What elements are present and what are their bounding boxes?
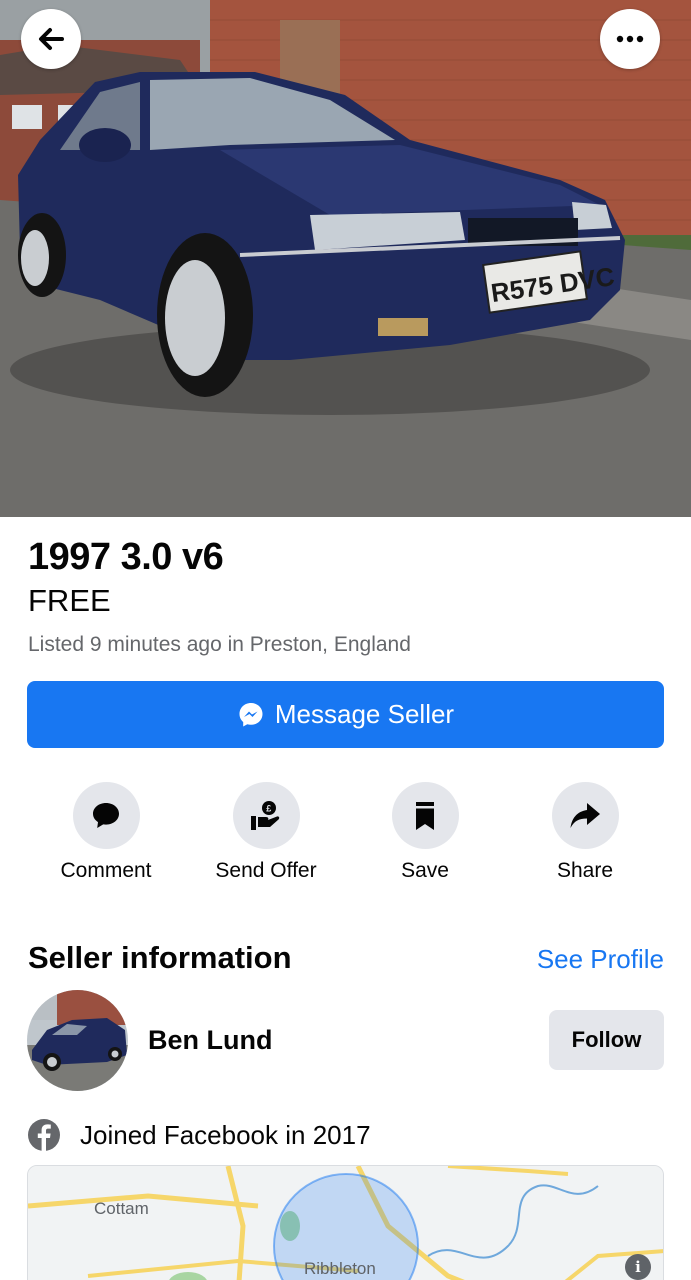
svg-text:£: £: [266, 803, 271, 813]
share-label: Share: [556, 859, 614, 882]
seller-information-heading: Seller information: [28, 940, 292, 975]
seller-avatar[interactable]: [27, 990, 128, 1091]
comment-label: Comment: [60, 859, 152, 882]
share-icon: [551, 782, 619, 849]
messenger-icon: [237, 701, 265, 729]
back-button[interactable]: [21, 9, 81, 69]
location-map[interactable]: Cottam Ribbleton i: [27, 1165, 664, 1280]
action-row: Comment £ Send Offer Save Share: [0, 782, 691, 892]
send-offer-icon: £: [232, 782, 300, 849]
more-options-button[interactable]: [600, 9, 660, 69]
send-offer-button[interactable]: £ Send Offer: [191, 782, 341, 883]
share-button[interactable]: Share: [510, 782, 660, 883]
map-label-ribbleton: Ribbleton: [304, 1259, 376, 1278]
listing-meta: Listed 9 minutes ago in Preston, England: [28, 633, 411, 656]
follow-button[interactable]: Follow: [549, 1010, 664, 1070]
seller-name[interactable]: Ben Lund: [148, 1025, 272, 1056]
save-label: Save: [401, 859, 449, 882]
bookmark-icon: [391, 782, 459, 849]
map-label-cottam: Cottam: [94, 1199, 149, 1218]
arrow-left-icon: [39, 28, 64, 50]
joined-facebook-row: Joined Facebook in 2017: [27, 1118, 371, 1152]
comment-button[interactable]: Comment: [31, 782, 181, 883]
listing-price: FREE: [28, 583, 111, 618]
listing-title: 1997 3.0 v6: [28, 536, 224, 578]
save-button[interactable]: Save: [350, 782, 500, 883]
listing-photo[interactable]: R575 DVC: [0, 0, 691, 517]
car-photo: R575 DVC: [0, 0, 691, 517]
comment-icon: [72, 782, 140, 849]
map-info-icon[interactable]: i: [625, 1254, 651, 1280]
joined-facebook-text: Joined Facebook in 2017: [80, 1119, 371, 1150]
see-profile-link[interactable]: See Profile: [537, 944, 664, 975]
more-dots-icon: [616, 35, 644, 43]
send-offer-label: Send Offer: [215, 859, 317, 882]
message-seller-button[interactable]: Message Seller: [27, 681, 664, 748]
facebook-icon: [27, 1118, 61, 1152]
message-seller-label: Message Seller: [274, 699, 455, 729]
